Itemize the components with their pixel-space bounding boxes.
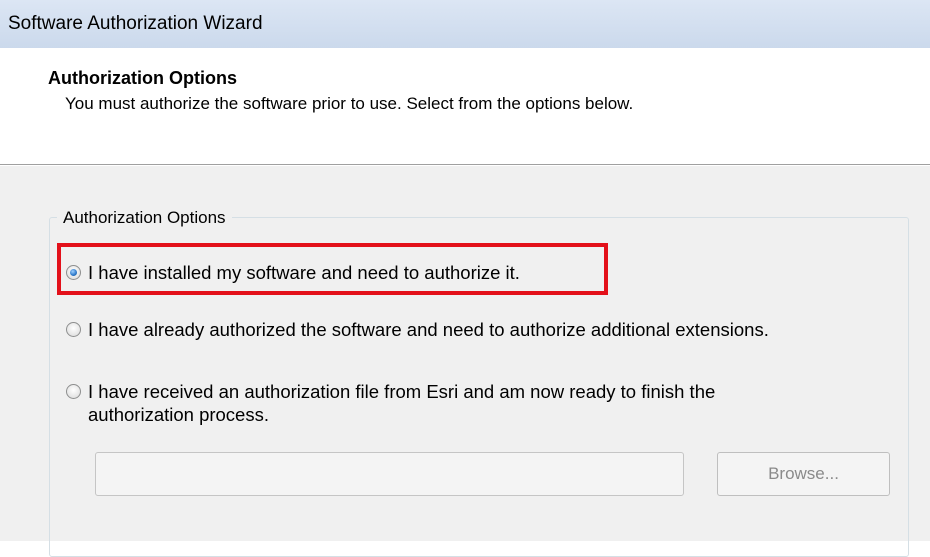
radio-button[interactable] — [66, 322, 81, 337]
wizard-header: Authorization Options You must authorize… — [0, 48, 930, 164]
window-titlebar[interactable]: Software Authorization Wizard — [0, 0, 930, 48]
option-label-line-2: authorization process. — [88, 404, 269, 425]
window-title: Software Authorization Wizard — [8, 13, 263, 34]
group-legend: Authorization Options — [57, 208, 232, 228]
option-finish-authorization[interactable]: I have received an authorization file fr… — [66, 380, 715, 426]
browse-button[interactable]: Browse... — [717, 452, 890, 496]
option-label-line-1: I have received an authorization file fr… — [88, 381, 716, 402]
highlight-annotation — [57, 243, 608, 295]
page-title: Authorization Options — [48, 68, 237, 88]
page-subtitle: You must authorize the software prior to… — [65, 94, 634, 113]
authorization-file-path-input[interactable] — [95, 452, 684, 496]
radio-button[interactable] — [66, 384, 81, 399]
option-label: I have already authorized the software a… — [88, 319, 769, 340]
option-label: I have received an authorization file fr… — [88, 380, 715, 426]
option-authorize-extensions[interactable]: I have already authorized the software a… — [66, 318, 769, 341]
wizard-body: Authorization Options I have installed m… — [0, 166, 930, 557]
